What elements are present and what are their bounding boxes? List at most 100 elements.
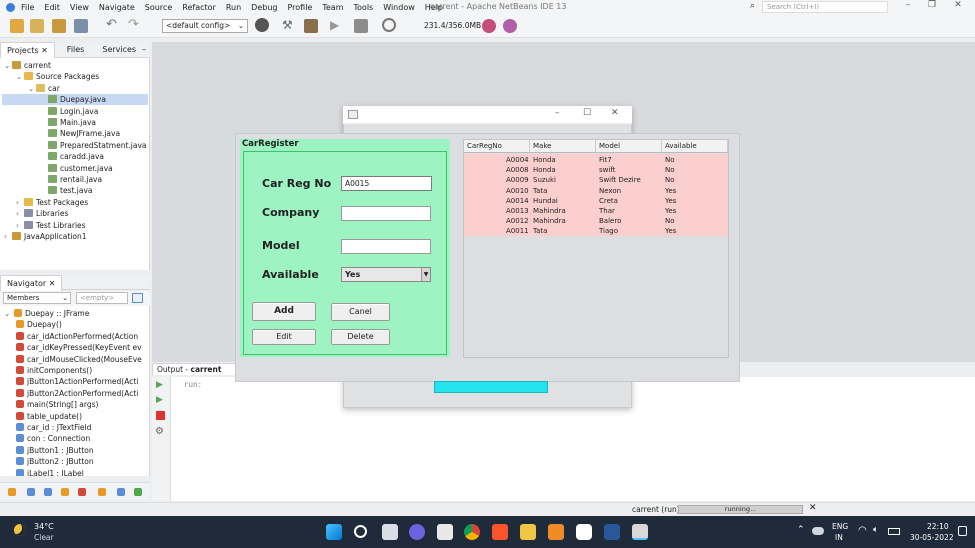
tree-item[interactable]: Duepay.java xyxy=(2,94,148,106)
start-icon[interactable] xyxy=(326,524,342,540)
config-select[interactable]: <default config> ⌄ xyxy=(162,19,248,33)
table-row[interactable]: A0010 Tata Nexon Yes xyxy=(464,186,728,196)
menu-debug[interactable]: Debug xyxy=(251,3,277,12)
app-maximize-icon[interactable]: ☐ xyxy=(583,108,591,118)
tree-item[interactable]: ⌄ carrent xyxy=(4,60,51,71)
menu-run[interactable]: Run xyxy=(226,3,241,12)
task-view-icon[interactable] xyxy=(382,524,398,540)
tab-navigator[interactable]: Navigator ✕ xyxy=(0,274,63,291)
menu-navigate[interactable]: Navigate xyxy=(99,3,135,12)
security-icon[interactable] xyxy=(576,524,592,540)
speaker-icon[interactable]: 🔈︎ xyxy=(873,525,878,535)
navigator-item[interactable]: car_idMouseClicked(MouseEve xyxy=(16,354,142,365)
battery-icon[interactable] xyxy=(888,528,900,535)
tree-item[interactable]: Login.java xyxy=(40,106,98,117)
rerun-params-icon[interactable]: ▶ xyxy=(156,395,163,405)
column-header-make[interactable]: Make xyxy=(530,140,596,153)
navigator-item[interactable]: car_idActionPerformed(Action xyxy=(16,331,138,342)
maximize-icon[interactable]: ❐ xyxy=(922,0,942,10)
members-select[interactable]: Members ⌄ xyxy=(3,292,71,304)
store-icon[interactable] xyxy=(437,524,453,540)
navigator-item[interactable]: jButton1ActionPerformed(Acti xyxy=(16,376,138,387)
gc-icon[interactable] xyxy=(482,19,496,33)
menu-edit[interactable]: Edit xyxy=(44,3,60,12)
new-project-icon[interactable] xyxy=(30,19,44,33)
new-file-icon[interactable] xyxy=(10,19,24,33)
navigator-item[interactable]: con : Connection xyxy=(16,433,90,444)
table-row[interactable]: A0013 Mahindra Thar Yes xyxy=(464,206,728,216)
tree-item[interactable]: › Test Libraries xyxy=(16,220,86,231)
app-close-icon[interactable]: ✕ xyxy=(611,108,619,118)
brave-icon[interactable] xyxy=(492,524,508,540)
tab-files[interactable]: Files xyxy=(61,42,91,58)
save-all-icon[interactable] xyxy=(74,19,88,33)
sort-name-icon[interactable] xyxy=(98,488,106,496)
filter-inner-icon[interactable] xyxy=(78,488,86,496)
profile-icon[interactable] xyxy=(382,18,396,32)
menu-profile[interactable]: Profile xyxy=(287,3,312,12)
close-icon[interactable]: ✕ xyxy=(49,279,56,288)
edit-button[interactable]: Edit xyxy=(252,329,316,345)
filter-fields-icon[interactable] xyxy=(8,488,16,496)
navigator-item[interactable]: car_id : JTextField xyxy=(16,422,91,433)
navigator-item[interactable]: jLabel1 : JLabel xyxy=(16,468,84,476)
tree-item[interactable]: › JavaApplication1 xyxy=(4,231,87,242)
empty-select[interactable]: <empty> xyxy=(76,292,128,304)
java-app-taskbar-icon[interactable] xyxy=(632,524,648,540)
build-icon[interactable] xyxy=(255,18,269,32)
fqn-icon[interactable] xyxy=(134,488,142,496)
clock-date[interactable]: 30-05-2022 xyxy=(910,533,954,542)
table-row[interactable]: A0009 Suzuki Swift Dezire No xyxy=(464,175,728,185)
filter-nonpublic-icon[interactable] xyxy=(44,488,52,496)
app-minimize-icon[interactable]: – xyxy=(555,108,560,118)
menu-view[interactable]: View xyxy=(70,3,89,12)
menu-team[interactable]: Team xyxy=(322,3,343,12)
tree-item[interactable]: › Test Packages xyxy=(16,197,88,208)
weather-desc[interactable]: Clear xyxy=(34,533,54,542)
snapshot-icon[interactable] xyxy=(503,19,517,33)
run-icon[interactable]: ▶ xyxy=(330,18,339,32)
car-reg-input[interactable]: A0015 xyxy=(341,176,432,191)
menu-source[interactable]: Source xyxy=(145,3,172,12)
tree-item[interactable]: NewJFrame.java xyxy=(40,128,120,139)
model-input[interactable] xyxy=(341,239,431,254)
sort-source-icon[interactable] xyxy=(117,488,125,496)
tree-item[interactable]: PreparedStatment.java xyxy=(40,140,147,151)
expand-toggle-icon[interactable]: ⌄ xyxy=(28,83,36,94)
tree-item[interactable]: rentail.java xyxy=(40,174,102,185)
company-input[interactable] xyxy=(341,206,431,221)
column-header-carregno[interactable]: CarRegNo xyxy=(464,140,530,153)
add-button[interactable]: Add xyxy=(252,302,316,321)
tab-projects[interactable]: Projects ✕ xyxy=(0,41,55,58)
minimize-panel-icon[interactable]: – xyxy=(142,45,146,54)
cloud-icon[interactable] xyxy=(812,527,824,535)
tree-item[interactable]: customer.java xyxy=(40,163,113,174)
menu-tools[interactable]: Tools xyxy=(354,3,374,12)
close-icon[interactable]: ✕ xyxy=(948,0,968,10)
chat-icon[interactable] xyxy=(409,524,425,540)
notifications-icon[interactable] xyxy=(958,526,967,536)
debug-icon[interactable] xyxy=(354,19,368,33)
navigator-item[interactable]: main(String[] args) xyxy=(16,399,98,410)
menu-file[interactable]: File xyxy=(21,3,34,12)
expand-toggle-icon[interactable]: ⌄ xyxy=(4,308,14,319)
tree-item[interactable]: test.java xyxy=(40,185,93,196)
table-row[interactable]: A0011 Tata Tiago Yes xyxy=(464,226,728,236)
close-icon[interactable]: ✕ xyxy=(41,46,48,55)
navigator-item[interactable]: initComponents() xyxy=(16,365,92,376)
expand-toggle-icon[interactable]: › xyxy=(16,197,24,208)
compile-icon[interactable] xyxy=(304,19,318,33)
status-run-label[interactable]: carrent (run) xyxy=(632,505,680,514)
tree-item[interactable]: ⌄ car xyxy=(28,83,60,94)
navigator-item[interactable]: Duepay() xyxy=(16,319,62,330)
chrome-icon[interactable] xyxy=(464,524,480,540)
language-indicator[interactable]: ENG xyxy=(832,522,848,531)
tab-output[interactable]: Output - carrent (run) ✕ xyxy=(152,363,236,386)
table-row[interactable]: A0014 Hundai Creta Yes xyxy=(464,196,728,206)
menu-window[interactable]: Window xyxy=(383,3,415,12)
navigator-item[interactable]: table_update() xyxy=(16,411,82,422)
clock-time[interactable]: 22:10 xyxy=(927,522,949,531)
rerun-icon[interactable]: ▶ xyxy=(156,380,163,390)
tree-item[interactable]: caradd.java xyxy=(40,151,104,162)
available-select[interactable]: Yes xyxy=(341,267,431,282)
